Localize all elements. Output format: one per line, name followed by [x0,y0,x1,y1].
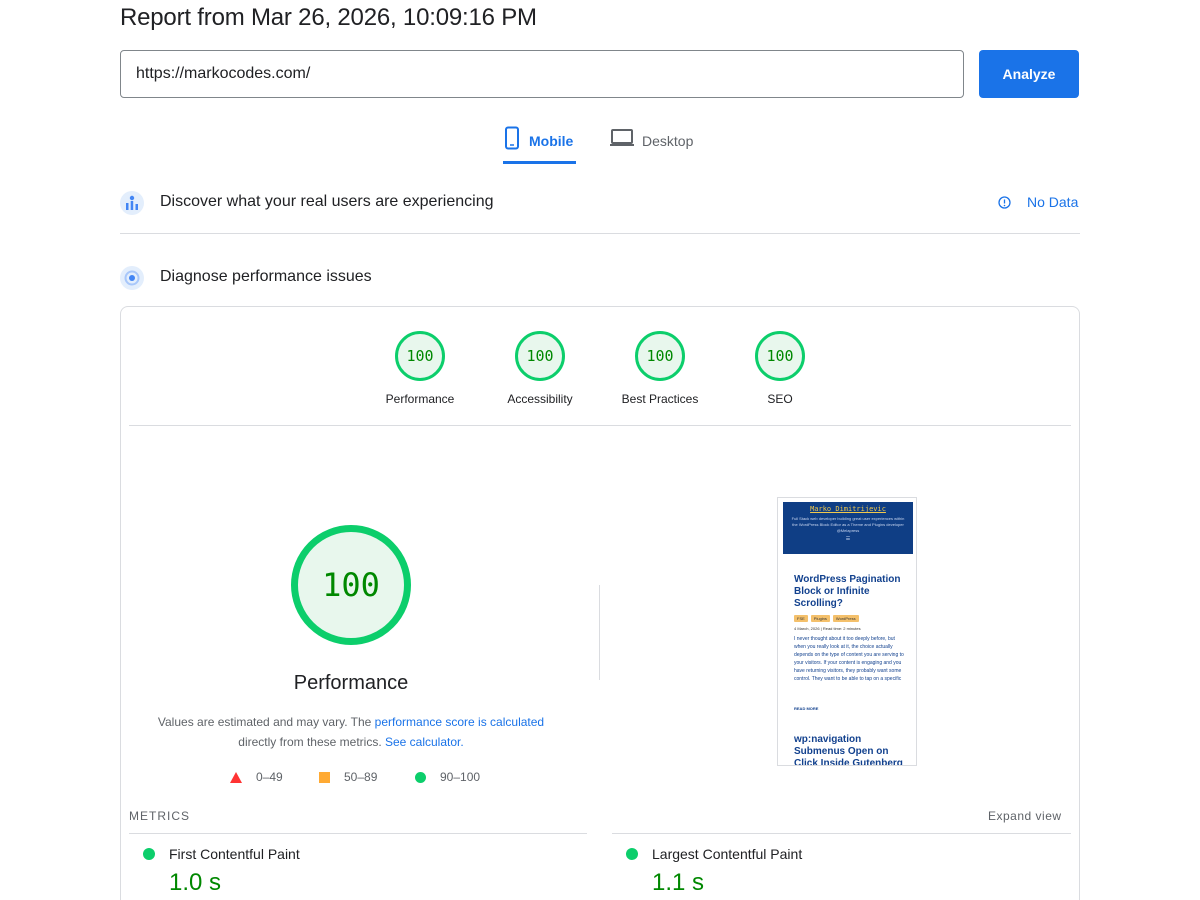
screenshot-header: Marko Dimitrijevic Full Stack web develo… [783,502,913,554]
performance-gauge: 100 [291,525,411,645]
pass-circle-icon [626,848,638,860]
report-title: Report from Mar 26, 2026, 10:09:16 PM [120,4,537,31]
performance-note: Values are estimated and may vary. The p… [141,712,561,752]
see-calculator-link[interactable]: See calculator. [385,735,464,749]
score-best-practices[interactable]: 100 Best Practices [600,331,720,406]
section-divider [120,233,1080,234]
note-text: Values are estimated and may vary. The [157,715,375,729]
circle-icon [415,771,426,783]
metric-name: Largest Contentful Paint [652,846,803,862]
tab-mobile[interactable]: Mobile [503,126,576,164]
vertical-divider [599,585,600,680]
screenshot-tagline: Full Stack web developer building great … [791,516,905,533]
pass-circle-icon [143,848,155,860]
metric-value: 1.1 s [652,869,705,896]
screenshot-site-name: Marko Dimitrijevic [810,505,886,513]
note-text: directly from these metrics. [238,735,385,749]
triangle-icon [230,771,242,783]
phone-icon [505,126,519,150]
tab-mobile-label: Mobile [529,133,574,149]
score-label: Performance [385,392,455,406]
no-data-link[interactable]: No Data [998,194,1078,210]
screenshot-read-more: READ MORE [794,706,819,711]
score-label: Best Practices [621,392,699,406]
screenshot-tag: FSE [794,615,808,622]
metric-name: First Contentful Paint [169,846,300,862]
info-icon [998,195,1011,209]
final-screenshot: Marko Dimitrijevic Full Stack web develo… [777,497,917,766]
speed-gauge-icon [120,266,144,290]
legend-average: 50–89 [319,770,377,784]
analyze-button[interactable]: Analyze [979,50,1079,98]
score-label: SEO [767,392,793,406]
score-gauge: 100 [395,331,445,381]
tab-desktop-label: Desktop [642,133,694,149]
metrics-label: METRICS [129,809,190,823]
score-label: Accessibility [507,392,573,406]
menu-icon: ☰ [845,536,851,542]
performance-heading: Performance [293,672,409,694]
scores-divider [129,425,1071,426]
users-chart-icon [120,191,144,215]
screenshot-tag: Plugins [810,615,830,622]
legend-fail: 0–49 [230,770,283,784]
screenshot-tag: WordPress [832,615,859,622]
metric-value: 1.0 s [169,869,222,896]
laptop-icon [610,129,634,146]
screenshot-article-title: WordPress Pagination Block or Infinite S… [794,574,901,609]
score-gauge: 100 [755,331,805,381]
legend-range: 90–100 [440,770,481,784]
url-input[interactable] [120,50,964,98]
legend-range: 0–49 [256,770,283,784]
score-gauge: 100 [515,331,565,381]
metrics-divider [612,833,1071,834]
metrics-divider [129,833,587,834]
score-calculated-link[interactable]: performance score is calculated [375,715,544,729]
expand-view-button[interactable]: Expand view [988,809,1062,823]
legend-pass: 90–100 [415,770,480,784]
legend-range: 50–89 [344,770,378,784]
score-performance[interactable]: 100 Performance [360,331,480,406]
score-gauge: 100 [635,331,685,381]
crux-title: Discover what your real users are experi… [160,193,494,210]
score-seo[interactable]: 100 SEO [720,331,840,406]
screenshot-tags: FSE Plugins WordPress [794,615,862,622]
score-accessibility[interactable]: 100 Accessibility [480,331,600,406]
tab-desktop[interactable]: Desktop [610,126,700,164]
screenshot-body: I never thought about it too deeply befo… [794,636,904,682]
screenshot-article-title-2: wp:navigation Submenus Open on Click Ins… [794,734,903,766]
diagnose-title: Diagnose performance issues [160,268,372,285]
square-icon [319,771,330,783]
no-data-label: No Data [1027,194,1079,210]
screenshot-meta: 4 March, 2026 | Read time: 2 minutes [794,626,861,631]
